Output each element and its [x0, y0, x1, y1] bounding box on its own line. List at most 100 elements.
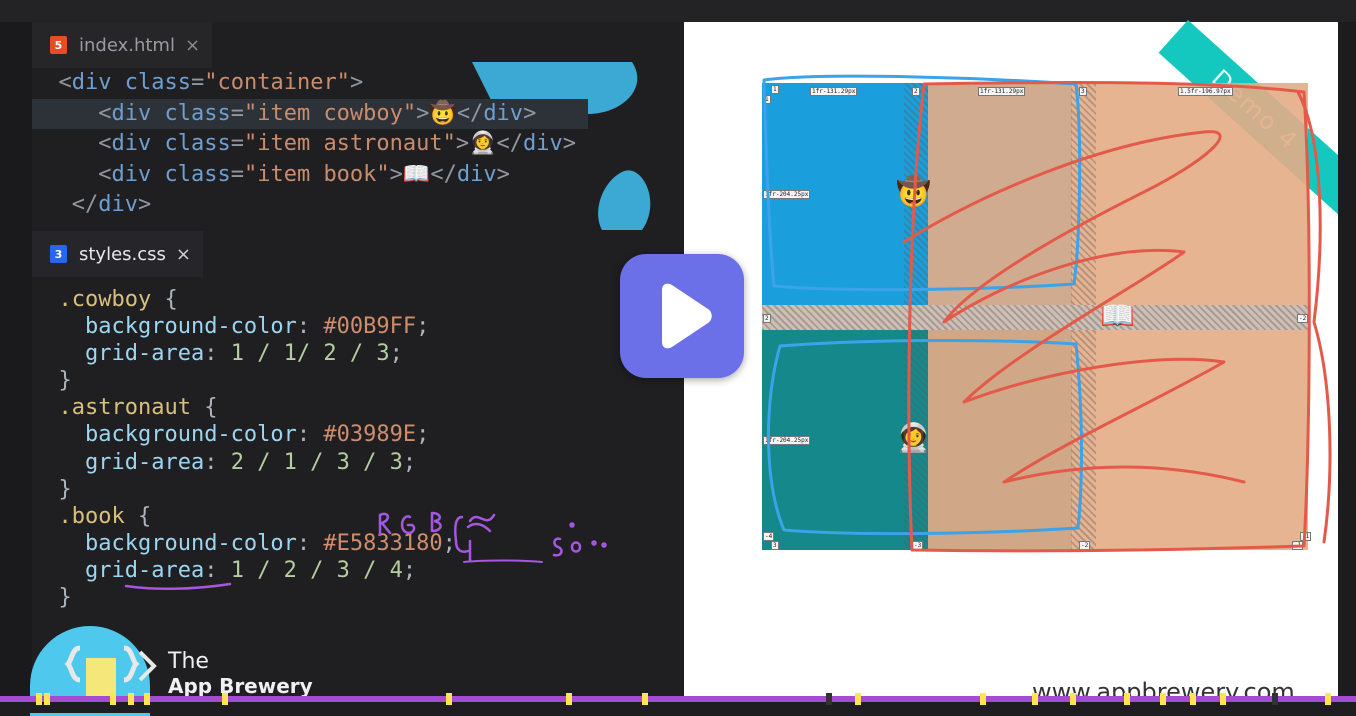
code-token: =	[230, 100, 244, 126]
code-token: ;	[416, 314, 430, 340]
code-token: div	[111, 131, 152, 156]
code-token: "container"	[204, 70, 350, 95]
code-line[interactable]: .astronaut {	[32, 394, 469, 421]
code-line[interactable]: }	[32, 584, 469, 611]
code-token: >	[349, 70, 364, 95]
code-line[interactable]: <div class="item book">📖</div>	[32, 160, 588, 191]
chapter-marker[interactable]	[1160, 693, 1166, 705]
chapter-marker[interactable]	[855, 693, 861, 705]
chapter-marker[interactable]	[222, 693, 228, 705]
code-token: <	[58, 70, 72, 95]
code-line[interactable]: background-color: #00B9FF;	[32, 313, 469, 340]
chapter-marker[interactable]	[128, 693, 134, 705]
chapter-marker[interactable]	[446, 693, 452, 705]
code-token: <	[98, 161, 112, 187]
scribble-annotation	[762, 74, 1332, 553]
code-token: class	[164, 100, 231, 126]
code-token: >	[389, 161, 403, 187]
code-token: </	[496, 131, 524, 156]
chapter-marker[interactable]	[1070, 693, 1076, 705]
code-token: div	[523, 131, 563, 156]
code-line[interactable]: }	[32, 476, 469, 503]
chapter-marker[interactable]	[1032, 693, 1038, 705]
code-token: >	[562, 131, 577, 156]
code-token: .cowboy	[58, 287, 152, 312]
code-token: <	[98, 100, 112, 126]
code-token: </	[430, 161, 457, 187]
code-line[interactable]: <div class="item astronaut">👩‍🚀</div>	[32, 129, 588, 160]
code-token: >	[138, 192, 152, 217]
code-line[interactable]: background-color: #03989E;	[32, 421, 469, 448]
code-token: :	[204, 449, 231, 475]
code-line[interactable]: <div class="container">	[32, 68, 588, 99]
play-button[interactable]	[620, 254, 744, 378]
code-token: background-color	[84, 530, 297, 556]
css3-file-icon: 3	[50, 245, 67, 263]
code-line[interactable]: grid-area: 1 / 1/ 2 / 3;	[32, 340, 469, 367]
code-token: :	[296, 314, 324, 340]
code-token: background-color	[84, 422, 297, 448]
code-token: 📖	[402, 161, 431, 187]
code-token: {	[124, 503, 152, 529]
code-token: ;	[416, 422, 430, 448]
chapter-marker[interactable]	[44, 693, 50, 705]
code-token: <	[98, 131, 112, 156]
code-token: }	[58, 585, 72, 611]
close-icon[interactable]: ×	[185, 35, 200, 56]
code-line[interactable]: .cowboy {	[32, 286, 469, 313]
tab-index-html[interactable]: 5 index.html ×	[32, 22, 213, 68]
code-line[interactable]: }	[32, 367, 469, 394]
chapter-marker[interactable]	[1272, 693, 1278, 705]
right-edge	[1338, 22, 1356, 713]
code-token: :	[296, 422, 324, 448]
close-icon[interactable]: ×	[176, 244, 191, 265]
code-token: class	[124, 70, 191, 95]
chapter-marker[interactable]	[1325, 693, 1331, 705]
chapter-marker[interactable]	[110, 693, 116, 705]
tab-filename: styles.css	[79, 243, 166, 265]
code-line[interactable]: <div class="item cowboy">🤠</div>	[32, 98, 588, 129]
code-token: grid-area	[84, 341, 205, 367]
chapter-marker[interactable]	[566, 693, 572, 705]
code-token: 🤠	[429, 100, 457, 126]
code-token: background-color	[84, 314, 297, 340]
code-token: {	[190, 395, 218, 421]
chapter-marker[interactable]	[1124, 693, 1130, 705]
tab-filename: index.html	[79, 34, 175, 56]
code-token: 1 / 1/ 2 / 3	[230, 341, 390, 367]
code-token: =	[230, 161, 244, 187]
tab-styles-css[interactable]: 3 styles.css ×	[32, 231, 204, 277]
code-token: "item cowboy"	[243, 100, 417, 126]
code-token: "item book"	[243, 161, 390, 187]
chapter-marker[interactable]	[980, 693, 986, 705]
code-token: 👩‍🚀	[469, 131, 497, 156]
html-code[interactable]: <div class="container"> <div class="item…	[32, 68, 588, 221]
code-token: grid-area	[84, 449, 205, 475]
chapter-marker[interactable]	[36, 693, 42, 705]
code-line[interactable]: grid-area: 2 / 1 / 3 / 3;	[32, 449, 469, 476]
chapter-marker[interactable]	[826, 693, 832, 705]
code-line[interactable]: </div>	[32, 190, 588, 221]
chapter-marker[interactable]	[144, 693, 150, 705]
code-token: >	[416, 100, 430, 126]
chapter-marker[interactable]	[642, 693, 648, 705]
chapter-marker[interactable]	[1190, 693, 1196, 705]
chapter-marker[interactable]	[1220, 693, 1226, 705]
code-token: div	[456, 161, 497, 187]
code-token: </	[456, 100, 484, 126]
code-token: >	[523, 100, 537, 126]
code-token: :	[296, 530, 324, 556]
